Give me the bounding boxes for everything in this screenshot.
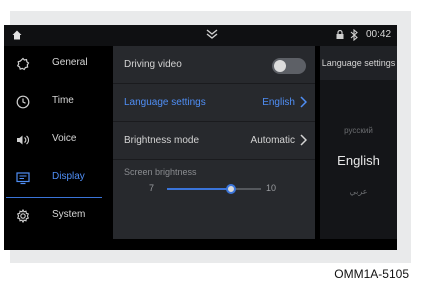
driving-video-label: Driving video: [124, 59, 182, 70]
sidebar-item-system[interactable]: System: [4, 198, 108, 236]
driving-video-row[interactable]: Driving video: [113, 46, 315, 84]
language-value: English: [262, 97, 295, 108]
sidebar-item-label: General: [52, 57, 88, 68]
sidebar-item-voice[interactable]: Voice: [4, 122, 108, 160]
sidebar-item-label: Display: [52, 171, 85, 182]
toggle-knob: [274, 60, 286, 72]
language-picker-panel: Language settings русский English عربي: [320, 46, 397, 239]
brightness-mode-label: Brightness mode: [124, 135, 200, 146]
brightness-min-value: 7: [149, 183, 155, 193]
gear-outline-icon: [16, 57, 30, 71]
status-bar: 00:42: [4, 25, 397, 46]
sidebar-item-label: System: [52, 209, 86, 220]
screen-brightness-row: Screen brightness 7 10: [113, 160, 315, 206]
lock-icon: [336, 30, 344, 39]
sidebar-item-time[interactable]: Time: [4, 84, 108, 122]
brightness-slider-track[interactable]: [167, 184, 261, 194]
language-option-arabic[interactable]: عربي: [320, 187, 397, 196]
sidebar-item-label: Voice: [52, 133, 77, 144]
home-icon[interactable]: [12, 30, 22, 40]
language-option-russian[interactable]: русский: [320, 126, 397, 135]
screen-brightness-label: Screen brightness: [124, 167, 197, 177]
language-option-english-selected[interactable]: English: [320, 153, 397, 168]
sidebar-item-label: Time: [52, 95, 74, 106]
chevron-right-icon: [300, 134, 307, 146]
brightness-slider-thumb[interactable]: [226, 184, 236, 194]
brightness-slider-fill: [167, 188, 231, 190]
figure-code: OMM1A-5105: [334, 267, 409, 281]
language-settings-row[interactable]: Language settings English: [113, 84, 315, 122]
driving-video-toggle[interactable]: [272, 58, 306, 74]
display-icon: [16, 172, 30, 185]
brightness-mode-row[interactable]: Brightness mode Automatic: [113, 122, 315, 160]
chevron-right-icon: [300, 96, 307, 108]
display-settings-list: Driving video Language settings English …: [113, 46, 315, 239]
language-panel-header: Language settings: [320, 46, 397, 80]
clock-time: 00:42: [366, 29, 392, 40]
settings-sidebar: General Time Voice Display System: [4, 46, 108, 250]
sidebar-item-general[interactable]: General: [4, 46, 108, 84]
language-settings-label: Language settings: [124, 97, 206, 108]
clock-icon: [16, 95, 30, 109]
sidebar-item-display[interactable]: Display: [4, 160, 108, 198]
cog-icon: [16, 209, 30, 223]
bluetooth-icon: [350, 29, 358, 41]
brightness-max-value: 10: [266, 183, 277, 193]
speaker-icon: [17, 135, 29, 145]
brightness-mode-value: Automatic: [250, 135, 295, 146]
chevron-down-icon[interactable]: [206, 29, 218, 39]
